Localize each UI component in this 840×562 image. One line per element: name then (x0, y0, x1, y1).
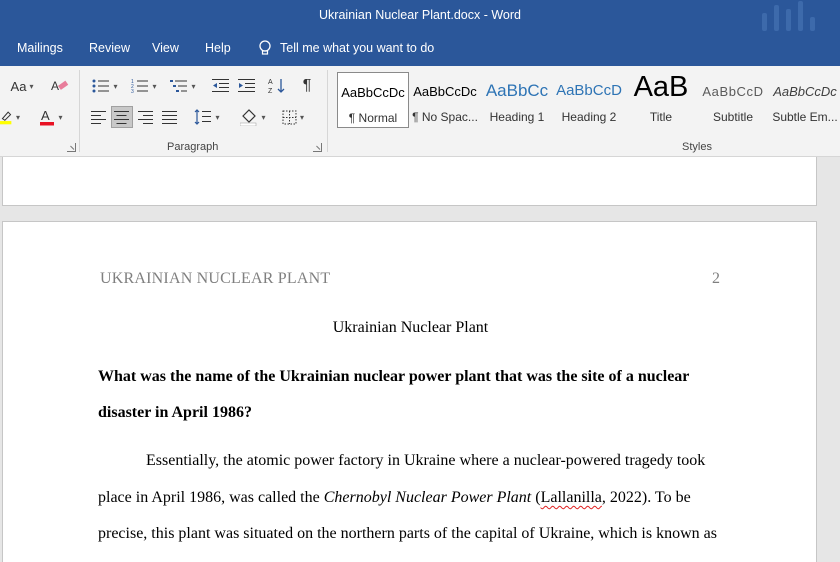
justify-icon (162, 111, 177, 124)
running-header: UKRAINIAN NUCLEAR PLANT (100, 270, 331, 287)
tab-help[interactable]: Help (205, 41, 231, 55)
ribbon: Aa ▾ A ▾ A ▾ ▾ 1 2 3 ▾ ▾ A Z ¶ ▾ ▾ ▾ Par… (0, 66, 840, 157)
style-sample: AaBbCcDc (413, 84, 477, 99)
font-color-button[interactable]: A ▾ (34, 106, 68, 128)
align-right-icon (138, 111, 153, 124)
change-case-button[interactable]: Aa ▾ (5, 75, 39, 97)
page-number: 2 (712, 270, 720, 287)
window-title: Ukrainian Nuclear Plant.docx - Word (319, 8, 521, 22)
justify-button[interactable] (159, 106, 181, 128)
citation-author[interactable]: Lallanilla (541, 489, 602, 506)
style-heading-2[interactable]: AaBbCcD Heading 2 (553, 72, 625, 128)
svg-text:A: A (268, 79, 273, 86)
bullets-button[interactable]: ▾ (88, 75, 122, 97)
group-separator (79, 70, 80, 152)
paragraph-group-label: Paragraph (167, 141, 219, 153)
tab-mailings[interactable]: Mailings (17, 41, 63, 55)
align-right-button[interactable] (135, 106, 157, 128)
numbering-button[interactable]: 1 2 3 ▾ (127, 75, 161, 97)
style-sample: AaBbCcDc (773, 84, 837, 99)
paragraph-line: precise, this plant was situated on the … (98, 525, 717, 542)
shading-button[interactable]: ▾ (236, 106, 270, 128)
style-subtitle[interactable]: AaBbCcD Subtitle (697, 72, 769, 128)
style-name: Subtle Em... (772, 110, 838, 124)
clear-formatting-button[interactable]: A (50, 75, 70, 97)
style-normal[interactable]: AaBbCcDc ¶ Normal (337, 72, 409, 128)
borders-button[interactable]: ▾ (276, 106, 310, 128)
multilevel-list-icon (170, 80, 188, 92)
text-run: , 2022). To be (601, 489, 691, 506)
menu-bar: Mailings Review View Help Tell me what y… (0, 33, 840, 66)
tab-view[interactable]: View (152, 41, 179, 55)
text-run: place in April 1986, was called the (98, 489, 324, 506)
tell-me-text: Tell me what you want to do (280, 41, 435, 55)
pilcrow-icon: ¶ (302, 77, 312, 94)
bullet-list-icon (92, 79, 110, 93)
document-area[interactable]: UKRAINIAN NUCLEAR PLANT 2 Ukrainian Nucl… (0, 157, 840, 562)
highlighter-icon (0, 111, 12, 125)
svg-text:A: A (41, 108, 50, 123)
style-name: Heading 1 (489, 110, 545, 124)
paragraph-line: Essentially, the atomic power factory in… (146, 452, 706, 469)
style-name: ¶ No Spac... (412, 110, 478, 124)
styles-gallery: AaBbCcDc ¶ Normal AaBbCcDc ¶ No Spac... … (335, 70, 840, 132)
previous-page-bottom (2, 157, 817, 206)
style-no-spacing[interactable]: AaBbCcDc ¶ No Spac... (409, 72, 481, 128)
borders-icon (282, 110, 297, 124)
style-name: Subtitle (712, 110, 754, 124)
group-separator (327, 70, 328, 152)
svg-text:3: 3 (131, 89, 134, 94)
paragraph-dialog-launcher[interactable] (313, 143, 322, 152)
sort-icon: AZ (268, 79, 285, 95)
document-page[interactable]: UKRAINIAN NUCLEAR PLANT 2 Ukrainian Nucl… (2, 221, 817, 562)
style-sample: AaBbCcDc (341, 85, 405, 100)
align-left-icon (91, 111, 106, 124)
style-sample: AaBbCcD (702, 84, 764, 99)
line-spacing-icon (195, 109, 212, 125)
document-title: Ukrainian Nuclear Plant (332, 319, 489, 336)
font-dialog-launcher[interactable] (67, 143, 76, 152)
align-center-button[interactable] (111, 106, 133, 128)
style-subtle-emphasis[interactable]: AaBbCcDc Subtle Em... (769, 72, 840, 128)
style-title[interactable]: AaB Title (625, 71, 697, 128)
line-spacing-button[interactable]: ▾ (190, 106, 224, 128)
style-name: Heading 2 (561, 110, 617, 124)
italic-text-run: Chernobyl Nuclear Power Plant (323, 489, 532, 506)
eraser-icon: A (51, 79, 69, 93)
style-sample: AaB (633, 71, 689, 103)
multilevel-list-button[interactable]: ▾ (166, 75, 200, 97)
style-heading-1[interactable]: AaBbCc Heading 1 (481, 72, 553, 128)
lightbulb-icon (259, 40, 271, 55)
decrease-indent-icon (212, 79, 229, 92)
title-bar-decoration (758, 0, 828, 33)
change-case-label: Aa (10, 78, 27, 94)
style-sample: AaBbCc (485, 81, 549, 100)
show-formatting-marks-button[interactable]: ¶ (296, 75, 318, 97)
increase-indent-button[interactable] (236, 75, 258, 97)
style-name: ¶ Normal (348, 111, 398, 125)
highlight-color-button[interactable]: ▾ (0, 106, 20, 128)
decrease-indent-button[interactable] (210, 75, 232, 97)
question-line: disaster in April 1986? (98, 404, 252, 421)
font-color-icon: A (40, 108, 55, 126)
styles-group-label: Styles (682, 141, 712, 153)
align-center-icon (114, 111, 129, 124)
text-run: ( (531, 489, 541, 506)
svg-text:Z: Z (268, 88, 273, 95)
svg-text:A: A (51, 79, 59, 93)
paint-bucket-icon (240, 109, 257, 126)
numbered-list-icon: 1 2 3 (131, 79, 149, 94)
style-name: Title (649, 110, 673, 124)
style-sample: AaBbCcD (556, 82, 622, 99)
question-line: What was the name of the Ukrainian nucle… (98, 368, 690, 385)
increase-indent-icon (238, 79, 255, 92)
tab-review[interactable]: Review (89, 41, 130, 55)
tell-me-box[interactable]: Tell me what you want to do (258, 40, 434, 56)
paragraph-line: place in April 1986, was called the Cher… (98, 489, 691, 507)
sort-button[interactable]: AZ (266, 75, 288, 97)
align-left-button[interactable] (88, 106, 110, 128)
title-bar: Ukrainian Nuclear Plant.docx - Word (0, 0, 840, 33)
